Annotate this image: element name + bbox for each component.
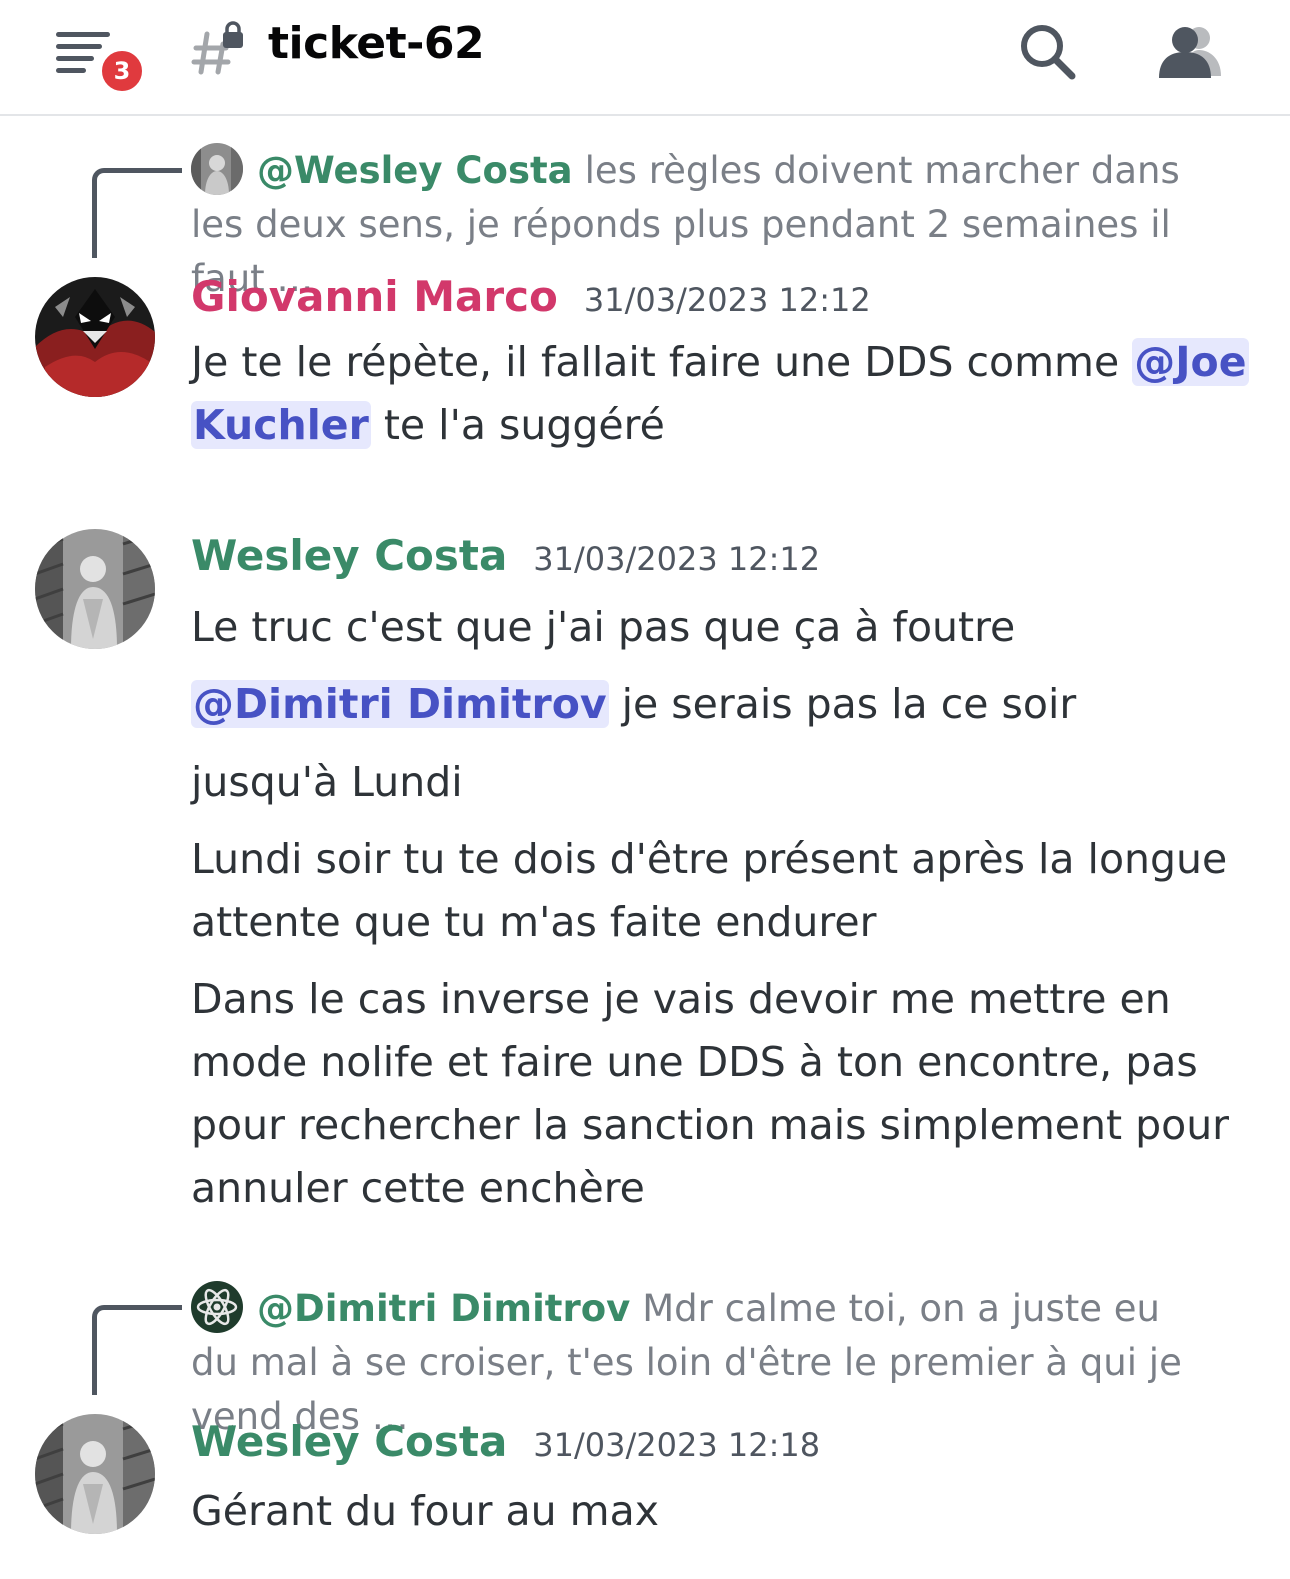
user-mention[interactable]: @Dimitri Dimitrov [191,680,609,728]
message-header: Giovanni Marco 31/03/2023 12:12 [191,272,871,328]
message-content: jusqu'à Lundi [191,758,463,806]
message-content: Dans le cas inverse je vais devoir me me… [191,975,1230,1212]
members-icon[interactable] [1155,22,1227,82]
message-header: Wesley Costa 31/03/2023 12:12 [191,531,820,587]
avatar[interactable] [35,1414,155,1534]
timestamp: 31/03/2023 12:12 [583,281,871,319]
search-icon[interactable] [1016,20,1080,84]
author-name[interactable]: Giovanni Marco [191,272,558,321]
locked-channel-icon [191,21,243,75]
channel-header: 3 ticket-62 [0,0,1290,116]
user-mention[interactable]: @Joe [1132,338,1249,386]
message-content: Gérant du four au max [191,1487,659,1535]
message-content: Le truc c'est que j'ai pas que ça à fout… [191,603,1016,651]
user-mention[interactable]: Kuchler [191,401,371,449]
message-content: Lundi soir tu te dois d'être présent apr… [191,835,1228,946]
reply-connector [92,1305,182,1395]
message-content: Je te le répète, il fallait faire une DD… [191,338,1249,449]
message-content: @Dimitri Dimitrov je serais pas la ce so… [191,680,1077,728]
timestamp: 31/03/2023 12:18 [533,1426,821,1464]
avatar[interactable] [35,529,155,649]
timestamp: 31/03/2023 12:12 [533,540,821,578]
notification-badge: 3 [97,46,147,96]
menu-button[interactable]: 3 [52,28,148,96]
channel-name: ticket-62 [268,18,485,69]
author-name[interactable]: Wesley Costa [191,1417,507,1466]
avatar[interactable] [35,277,155,397]
reply-mention[interactable]: @Dimitri Dimitrov [257,1287,630,1330]
reply-mention[interactable]: @Wesley Costa [257,149,573,192]
message-header: Wesley Costa 31/03/2023 12:18 [191,1417,820,1473]
author-name[interactable]: Wesley Costa [191,531,507,580]
reply-connector [92,168,182,258]
